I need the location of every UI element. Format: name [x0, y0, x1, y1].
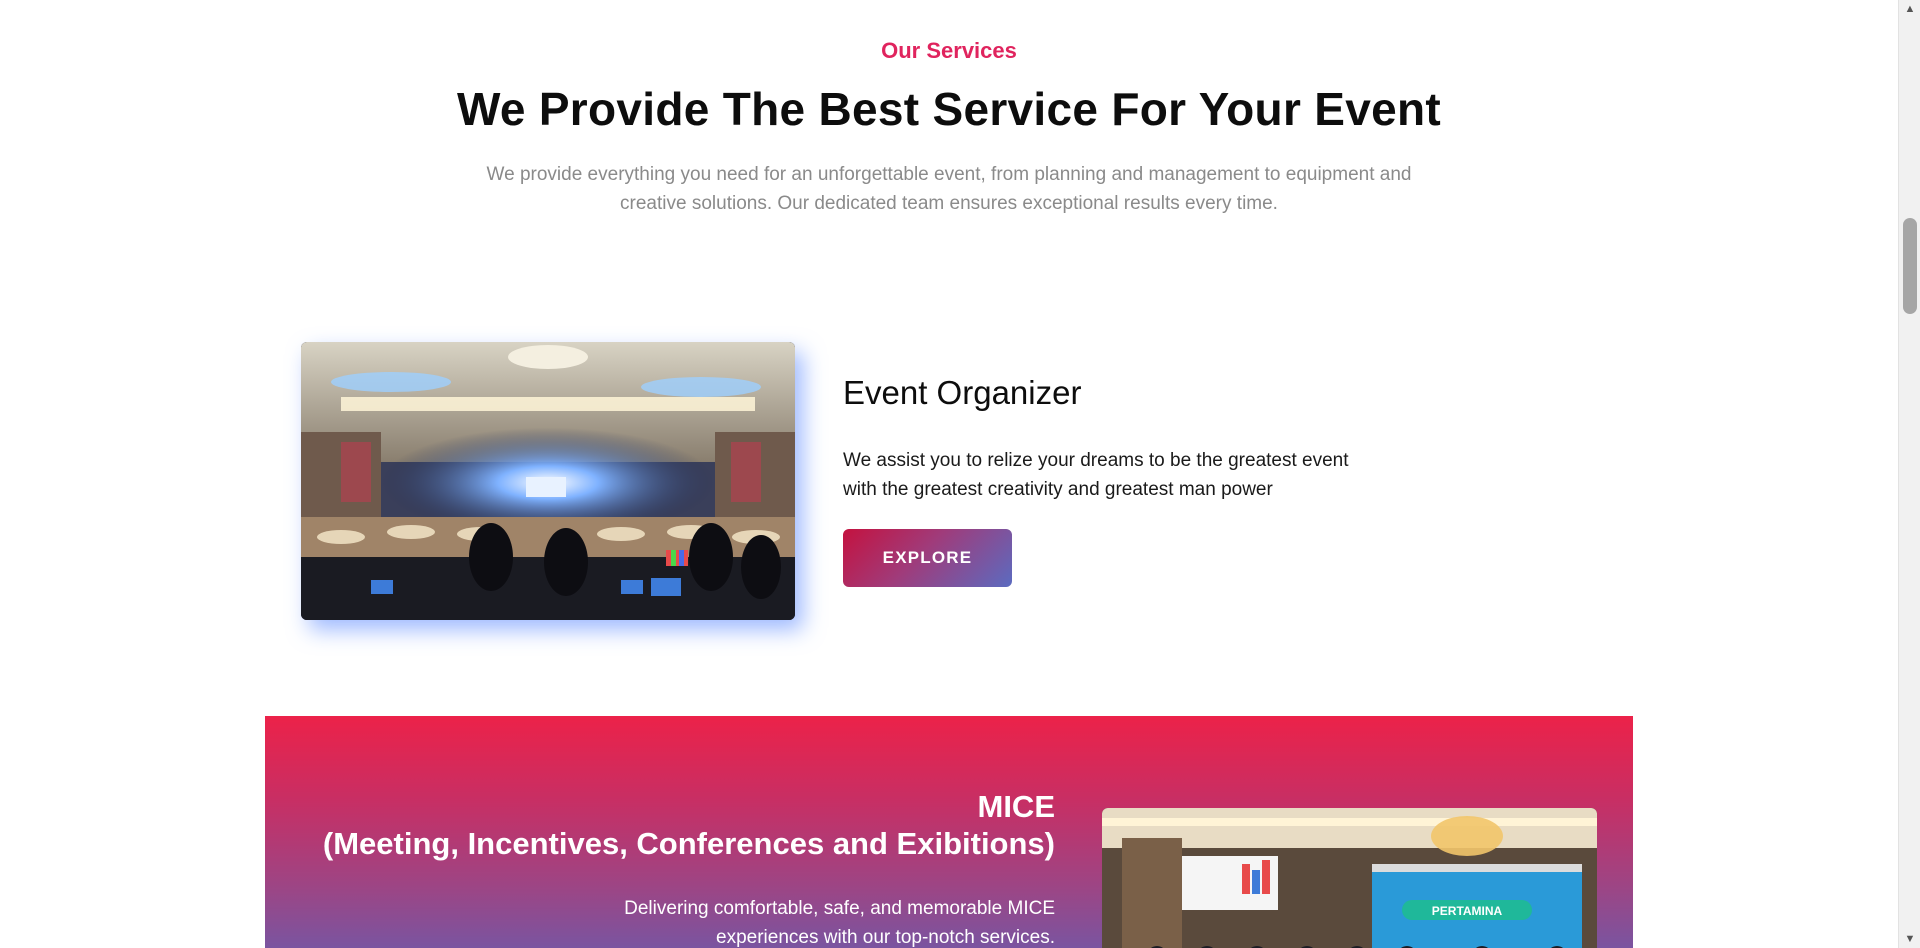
mice-title-line1: MICE: [977, 789, 1056, 824]
mice-title: MICE (Meeting, Incentives, Conferences a…: [323, 788, 1055, 862]
mice-description: Delivering comfortable, safe, and memora…: [624, 898, 1055, 948]
conference-group-photo: PERTAMINA: [1102, 808, 1597, 948]
event-organizer-description: We assist you to relize your dreams to b…: [843, 450, 1349, 500]
section-eyebrow: Our Services: [881, 38, 1017, 63]
mice-title-line2: (Meeting, Incentives, Conferences and Ex…: [322, 826, 1055, 861]
page: Our Services We Provide The Best Service…: [0, 0, 1898, 948]
event-organizer-image: [301, 342, 795, 620]
explore-button[interactable]: EXPLORE: [843, 529, 1012, 587]
mice-banner-text: PERTAMINA: [1432, 904, 1503, 918]
event-organizer-title: Event Organizer: [843, 374, 1082, 411]
mice-image: PERTAMINA: [1102, 808, 1597, 948]
section-intro: We provide everything you need for an un…: [486, 164, 1412, 214]
arrow-down-icon[interactable]: ▼: [1899, 930, 1920, 948]
mice-section: MICE (Meeting, Incentives, Conferences a…: [265, 716, 1633, 948]
vertical-scrollbar[interactable]: ▲ ▼: [1898, 0, 1920, 948]
arrow-up-icon[interactable]: ▲: [1899, 0, 1920, 18]
section-heading: We Provide The Best Service For Your Eve…: [456, 83, 1442, 135]
ballroom-event-stage-photo: [301, 342, 795, 620]
scrollbar-thumb[interactable]: [1903, 218, 1917, 314]
